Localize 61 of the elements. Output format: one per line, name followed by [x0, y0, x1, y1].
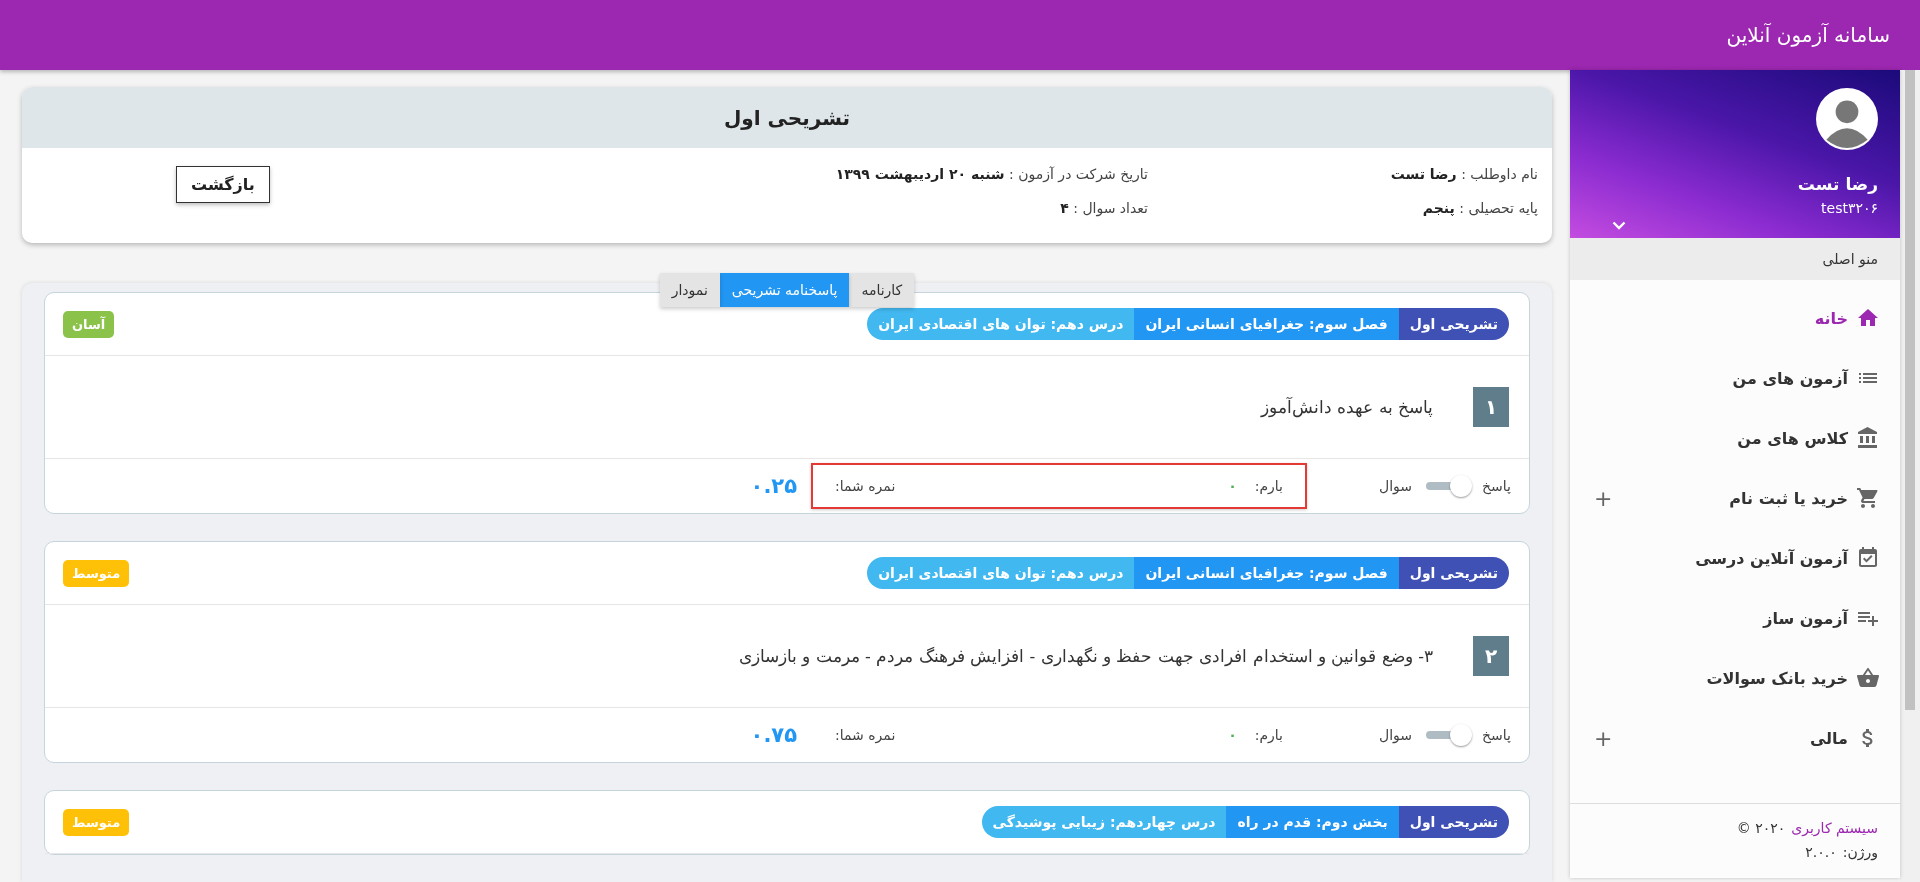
menu-item[interactable]: کلاس های من	[1570, 408, 1900, 468]
menu-item[interactable]: خرید بانک سوالات	[1570, 648, 1900, 708]
grade-value: ۰.۷۵	[750, 723, 797, 747]
menu-item[interactable]: آزمون های من	[1570, 348, 1900, 408]
tab[interactable]: نمودار	[659, 273, 720, 307]
question-number: ۲	[1473, 636, 1509, 676]
version-label: ورژن:	[1842, 844, 1878, 860]
topic-tag: فصل سوم: جغرافیای انسانی ایران	[1134, 308, 1399, 340]
exam-title: تشریحی اول	[723, 105, 851, 130]
info-field: نام داوطلب : رضا تست	[1148, 166, 1538, 182]
topic-tag: بخش دوم: قدم در راه	[1226, 806, 1399, 838]
topic-tag: فصل سوم: جغرافیای انسانی ایران	[1134, 557, 1399, 589]
question-label: سوال	[1379, 727, 1413, 743]
answer-label: پاسخ	[1482, 727, 1511, 743]
score-weight-label: بارم:	[1254, 727, 1283, 743]
username: test۳۲۰۶	[1821, 200, 1878, 216]
answer-label: پاسخ	[1482, 478, 1511, 494]
version-number: ۲.۰.۰	[1805, 844, 1837, 860]
grade-value: ۰.۲۵	[750, 474, 797, 498]
basket-icon	[1856, 666, 1880, 690]
expand-icon[interactable]: +	[1594, 485, 1613, 511]
menu-item[interactable]: مالی +	[1570, 708, 1900, 768]
difficulty-badge: متوسط	[63, 559, 130, 587]
grade-label: نمره شما:	[835, 478, 896, 494]
question-label: سوال	[1379, 478, 1413, 494]
menu-section-title: منو اصلی	[1570, 238, 1900, 280]
avatar-icon[interactable]	[1816, 88, 1878, 150]
topic-tag: درس دهم: توان های اقتصادی ایران	[867, 557, 1135, 589]
menu-item[interactable]: آزمون ساز	[1570, 588, 1900, 648]
info-field: پایه تحصیلی : پنجم	[1148, 200, 1538, 216]
score-weight-value: ۰	[1228, 727, 1237, 743]
chevron-down-icon[interactable]	[1612, 221, 1626, 230]
user-name: رضا تست	[1797, 174, 1878, 194]
score-weight-label: بارم:	[1254, 478, 1283, 494]
menu-item[interactable]: خانه	[1570, 288, 1900, 348]
question-text: ۳- وضع قوانین و استخدام افرادی جهت حفظ و نگهداری - افزایش فرهنگ مردم - مرمت و بازسازی	[738, 646, 1433, 666]
difficulty-badge: آسان	[63, 310, 115, 338]
back-button[interactable]: بازگشت	[176, 166, 270, 203]
topic-tag: تشریحی اول	[1398, 557, 1509, 589]
bank-icon	[1856, 426, 1880, 450]
expand-icon[interactable]: +	[1594, 725, 1613, 751]
menu-item[interactable]: خرید یا ثبت نام +	[1570, 468, 1900, 528]
score-weight-value: ۰	[1228, 478, 1237, 494]
grade-label: نمره شما:	[835, 727, 896, 743]
question-text: پاسخ به عهده دانش‌آموز	[1260, 397, 1433, 417]
cart-icon	[1856, 486, 1880, 510]
topic-tag: تشریحی اول	[1398, 806, 1509, 838]
topic-tag: درس چهاردهم: زیبایی پوشیدگی	[981, 806, 1227, 838]
menu-item[interactable]: آزمون آنلاین درسی	[1570, 528, 1900, 588]
info-field: تاریخ شرکت در آزمون : شنبه ۲۰ اردیبهشت ۱۳۹۹	[588, 166, 1148, 182]
topic-tag: درس دهم: توان های اقتصادی ایران	[867, 308, 1135, 340]
question-number: ۱	[1473, 387, 1509, 427]
scroll-bar[interactable]	[1900, 70, 1920, 882]
tab[interactable]: کارنامه	[849, 273, 915, 307]
topic-tag: تشریحی اول	[1398, 308, 1509, 340]
calendar-icon	[1856, 546, 1880, 570]
copyright-text: ۲۰۲۰ ©	[1736, 820, 1786, 836]
difficulty-badge: متوسط	[63, 808, 130, 836]
info-field: تعداد سوال : ۴	[588, 200, 1148, 216]
app-title: سامانه آزمون آنلاین	[1726, 23, 1890, 47]
brand-link[interactable]: سیستم کاربری	[1791, 820, 1878, 836]
